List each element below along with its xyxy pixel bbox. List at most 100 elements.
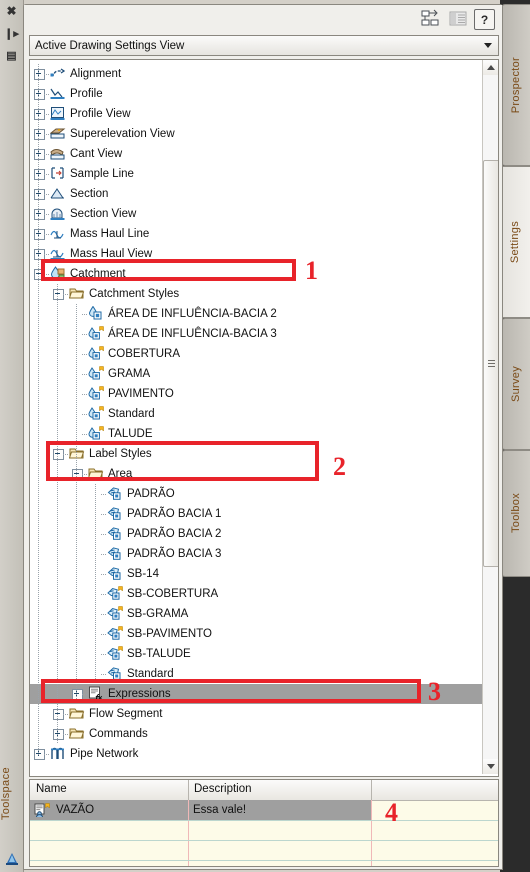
scroll-up-button[interactable] (483, 60, 498, 75)
tree-row[interactable]: Pipe Network (30, 744, 482, 764)
tree-row-label: COBERTURA (108, 348, 180, 360)
tree-row-label: ÁREA DE INFLUÊNCIA-BACIA 2 (108, 308, 277, 320)
pipe-network-icon (50, 746, 66, 761)
tree-row-label: Sample Line (70, 168, 134, 180)
tree-row[interactable]: PADRÃO BACIA 1 (30, 504, 482, 524)
tree-row-label: SB-GRAMA (127, 608, 189, 620)
tree-row[interactable]: ÁREA DE INFLUÊNCIA-BACIA 2 (30, 304, 482, 324)
tree-row[interactable]: GRAMA (30, 364, 482, 384)
tree-row[interactable]: SB-GRAMA (30, 604, 482, 624)
tree-row[interactable]: Commands (30, 724, 482, 744)
tree-row[interactable]: PADRÃO BACIA 3 (30, 544, 482, 564)
label-style-flag-icon (107, 606, 123, 621)
tree-row-label: PADRÃO BACIA 3 (127, 548, 222, 560)
tree-scrollbar[interactable] (482, 60, 498, 774)
cell-name[interactable] (30, 840, 188, 860)
panel-menu-icon[interactable]: ▤ (0, 44, 23, 66)
label-style-icon (107, 486, 123, 501)
tab-survey[interactable]: Survey (501, 318, 530, 450)
auto-hide-icon[interactable]: ❙▸ (0, 22, 23, 44)
view-selector-value: Active Drawing Settings View (35, 39, 185, 52)
folder-icon (68, 286, 85, 301)
catchment-style-flag-icon (88, 346, 104, 361)
tree-row[interactable]: Superelevation View (30, 124, 482, 144)
folder-icon (68, 726, 85, 741)
sync-styles-icon[interactable] (420, 9, 440, 28)
tree-row-label: ÁREA DE INFLUÊNCIA-BACIA 3 (108, 328, 277, 340)
item-grid[interactable]: Name Description VAZÃO Essa vale! (29, 779, 499, 867)
help-icon[interactable]: ? (474, 9, 495, 30)
cant-view-icon (50, 146, 66, 161)
tree-row-label: Superelevation View (70, 128, 175, 140)
mass-haul-line-icon (50, 226, 66, 241)
catchment-style-flag-icon (88, 406, 104, 421)
annotation-number-3: 3 (428, 677, 441, 706)
scroll-thumb[interactable] (483, 160, 498, 567)
tree-row[interactable]: PADRÃO BACIA 2 (30, 524, 482, 544)
catchment-style-flag-icon (88, 366, 104, 381)
tree-row[interactable]: Flow Segment (30, 704, 482, 724)
tree-row[interactable]: Section View (30, 204, 482, 224)
table-row[interactable]: VAZÃO Essa vale! (30, 800, 498, 820)
profile-icon (50, 86, 66, 101)
tree-row-label: PAVIMENTO (108, 388, 174, 400)
tree-row[interactable]: Alignment (30, 64, 482, 84)
label-style-flag-icon (107, 626, 123, 641)
catchment-style-flag-icon (88, 386, 104, 401)
table-row[interactable] (30, 840, 498, 860)
annotation-number-1: 1 (305, 256, 318, 285)
tree-row-label: PADRÃO BACIA 1 (127, 508, 222, 520)
tree-row-label: GRAMA (108, 368, 151, 380)
column-header-description[interactable]: Description (194, 783, 252, 795)
sample-line-icon (50, 166, 66, 181)
label-style-flag-icon (107, 646, 123, 661)
folder-icon (68, 706, 85, 721)
table-row[interactable] (30, 820, 498, 840)
cell-description[interactable]: Essa vale! (189, 800, 371, 820)
tab-prospector[interactable]: Prospector (501, 4, 530, 166)
label-style-icon (107, 546, 123, 561)
tree-row-label: Catchment Styles (89, 288, 180, 300)
tree-row[interactable]: Cant View (30, 144, 482, 164)
view-selector[interactable]: Active Drawing Settings View (29, 35, 499, 56)
catchment-style-flag-icon (88, 326, 104, 341)
tree-row[interactable]: PADRÃO (30, 484, 482, 504)
section-icon (50, 186, 66, 201)
label-style-icon (107, 566, 123, 581)
tree-row[interactable]: Profile (30, 84, 482, 104)
tree-row[interactable]: SB-COBERTURA (30, 584, 482, 604)
tree-row[interactable]: COBERTURA (30, 344, 482, 364)
tab-settings[interactable]: Settings (499, 166, 530, 318)
tree-row[interactable]: Profile View (30, 104, 482, 124)
catchment-style-flag-icon (88, 426, 104, 441)
cell-name[interactable]: VAZÃO (30, 800, 188, 820)
tab-toolbox[interactable]: Toolbox (501, 450, 530, 577)
scroll-down-button[interactable] (483, 759, 498, 774)
tree-row[interactable]: Standard (30, 404, 482, 424)
left-rail: ✖ ❙▸ ▤ Toolspace (0, 0, 24, 872)
tree-row[interactable]: SB-TALUDE (30, 644, 482, 664)
close-icon[interactable]: ✖ (0, 0, 23, 22)
tree-row-label: TALUDE (108, 428, 153, 440)
tree-row-label: SB-14 (127, 568, 159, 580)
annotation-box-2 (46, 441, 319, 481)
tree-row[interactable]: SB-14 (30, 564, 482, 584)
tree-row[interactable]: ÁREA DE INFLUÊNCIA-BACIA 3 (30, 324, 482, 344)
annotation-number-4: 4 (385, 798, 398, 827)
tree-row[interactable]: Sample Line (30, 164, 482, 184)
tree-row[interactable]: Mass Haul Line (30, 224, 482, 244)
cell-extra[interactable] (372, 840, 498, 860)
catchment-style-icon (88, 305, 104, 321)
tree-row-label: Pipe Network (70, 748, 139, 760)
tree-row[interactable]: Catchment Styles (30, 284, 482, 304)
tree-row[interactable]: Section (30, 184, 482, 204)
cell-description[interactable] (189, 840, 371, 860)
chevron-down-icon[interactable] (484, 43, 492, 48)
tab-prospector-label: Prospector (510, 56, 522, 114)
tree-row[interactable]: PAVIMENTO (30, 384, 482, 404)
tree-row[interactable]: SB-PAVIMENTO (30, 624, 482, 644)
cell-name[interactable] (30, 820, 188, 840)
settings-tree[interactable]: Alignment Profile Profile View Superelevati… (29, 59, 499, 777)
cell-description[interactable] (189, 820, 371, 840)
column-header-name[interactable]: Name (36, 783, 67, 795)
